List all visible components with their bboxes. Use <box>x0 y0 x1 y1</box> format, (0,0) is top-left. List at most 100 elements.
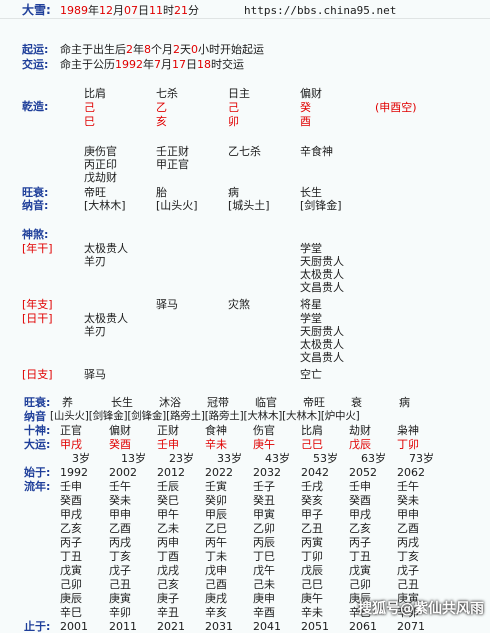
qiyun-days: 2 <box>173 43 180 56</box>
dayun-wangshuai: 病 <box>399 396 410 409</box>
liunian-ganzhi: 癸巳 <box>157 494 179 507</box>
liunian-ganzhi: 己未 <box>253 578 275 591</box>
jiaoyun-month: 7 <box>154 58 161 71</box>
shensha-item: 羊刃 <box>84 255 106 268</box>
liunian-ganzhi: 壬寅 <box>205 480 227 493</box>
wangshuai-label: 旺衰: <box>22 186 49 199</box>
liunian-ganzhi: 甲戌 <box>60 508 82 521</box>
dayun-end-year: 2011 <box>109 620 137 633</box>
dayun-age: 33岁 <box>217 452 242 465</box>
dayun-shishen: 偏财 <box>109 424 131 437</box>
liunian-ganzhi: 庚申 <box>253 592 275 605</box>
liunian-ganzhi: 癸未 <box>397 494 419 507</box>
qianzao-label: 乾造: <box>22 100 49 113</box>
zhiyu-label: 止于: <box>24 620 51 633</box>
dayun-end-year: 2001 <box>60 620 88 633</box>
qiyun-label: 起运: <box>22 43 49 56</box>
liunian-ganzhi: 甲子 <box>301 508 323 521</box>
liunian-ganzhi: 庚寅 <box>109 592 131 605</box>
header-label: 大雪: <box>22 3 51 17</box>
shensha-item: 学堂 <box>300 312 322 325</box>
liunian-ganzhi: 辛酉 <box>253 606 275 619</box>
liunian-ganzhi: 丁亥 <box>397 550 419 563</box>
dayun-age: 13岁 <box>121 452 146 465</box>
liunian-ganzhi: 庚子 <box>157 592 179 605</box>
dy-nayin-row: [山头火][剑锋金][剑锋金][路旁土][路旁土][大林木][大林木][炉中火] <box>50 410 360 422</box>
dayun-ganzhi: 壬申 <box>157 438 179 451</box>
dayun-label: 大运: <box>24 438 51 451</box>
qiyun-years: 2 <box>126 43 133 56</box>
pillar-shishen: 七杀 <box>156 87 178 100</box>
dayun-shishen: 正官 <box>60 424 82 437</box>
ri-zhi-label: [日支] <box>22 368 53 381</box>
dayun-shishen: 正财 <box>157 424 179 437</box>
liunian-ganzhi: 辛卯 <box>109 606 131 619</box>
dayun-ganzhi: 己巳 <box>301 438 323 451</box>
jiaoyun-hour: 18 <box>197 58 211 71</box>
shensha-item: 文昌贵人 <box>300 351 344 364</box>
day-value: 07 <box>124 4 138 17</box>
pillar-tiangan: 己 <box>84 101 95 114</box>
dayun-end-year: 2031 <box>205 620 233 633</box>
pillar-shishen: 日主 <box>228 87 250 100</box>
liunian-ganzhi: 壬午 <box>109 480 131 493</box>
dayun-end-year: 2061 <box>349 620 377 633</box>
liunian-ganzhi: 丁酉 <box>157 550 179 563</box>
day-unit: 日 <box>138 4 149 17</box>
dayun-wangshuai: 冠带 <box>207 396 229 409</box>
liunian-ganzhi: 丁亥 <box>109 550 131 563</box>
pillar-canggan: 乙七杀 <box>228 145 261 158</box>
jiaoyun-part: 时交运 <box>211 58 244 71</box>
liunian-ganzhi: 己亥 <box>157 578 179 591</box>
pillar-tiangan: 癸 <box>300 101 311 114</box>
liunian-ganzhi: 乙酉 <box>397 522 419 535</box>
liunian-ganzhi: 辛丑 <box>157 606 179 619</box>
liunian-ganzhi: 丁丑 <box>349 550 371 563</box>
dayun-start-year: 2062 <box>397 466 425 479</box>
pillar-dizhi: 巳 <box>84 115 95 128</box>
jiaoyun-year: 1992 <box>115 58 143 71</box>
hour-unit: 时 <box>163 4 174 17</box>
year-value: 1989 <box>60 4 88 17</box>
liunian-ganzhi: 丙子 <box>60 536 82 549</box>
header-divider <box>0 18 490 19</box>
liunian-ganzhi: 癸未 <box>109 494 131 507</box>
pillar-dizhi: 卯 <box>228 115 239 128</box>
dayun-start-year: 2012 <box>157 466 185 479</box>
liunian-ganzhi: 戊子 <box>109 564 131 577</box>
liunian-ganzhi: 癸亥 <box>301 494 323 507</box>
liunian-ganzhi: 癸丑 <box>253 494 275 507</box>
liunian-ganzhi: 辛巳 <box>60 606 82 619</box>
site-url[interactable]: https://bbs.china95.net <box>244 4 396 17</box>
pillar-canggan: 壬正财 <box>156 145 189 158</box>
liunian-ganzhi: 己丑 <box>109 578 131 591</box>
dayun-shishen: 枭神 <box>397 424 419 437</box>
liunian-ganzhi: 癸酉 <box>349 494 371 507</box>
liunian-ganzhi: 庚辰 <box>60 592 82 605</box>
liunian-ganzhi: 甲寅 <box>253 508 275 521</box>
dayun-start-year: 2042 <box>301 466 329 479</box>
dayun-wangshuai: 养 <box>62 396 73 409</box>
month-unit: 月 <box>113 4 124 17</box>
pillar-canggan: 戊劫财 <box>84 171 117 184</box>
liunian-ganzhi: 庚戌 <box>205 592 227 605</box>
dayun-wangshuai: 长生 <box>111 396 133 409</box>
liunian-ganzhi: 壬申 <box>349 480 371 493</box>
liunian-ganzhi: 丙午 <box>205 536 227 549</box>
liunian-ganzhi: 戊申 <box>205 564 227 577</box>
qiyun-part: 个月 <box>151 43 173 56</box>
liunian-ganzhi: 丙戌 <box>397 536 419 549</box>
dy-wangshuai-label: 旺衰: <box>24 396 51 409</box>
jiaoyun-text: 命主于公历1992年7月17日18时交运 <box>60 58 244 71</box>
pillar-tiangan: 乙 <box>156 101 167 114</box>
shensha-item: 天厨贵人 <box>300 255 344 268</box>
shensha-item: 羊刃 <box>84 325 106 338</box>
liunian-ganzhi: 乙未 <box>157 522 179 535</box>
liunian-ganzhi: 己巳 <box>301 578 323 591</box>
pillar-canggan: 辛食神 <box>300 145 333 158</box>
dayun-age: 73岁 <box>409 452 434 465</box>
liunian-ganzhi: 丁巳 <box>253 550 275 563</box>
liunian-ganzhi: 甲申 <box>109 508 131 521</box>
pillar-canggan: 庚伤官 <box>84 145 117 158</box>
pillar-shishen: 比肩 <box>84 87 106 100</box>
